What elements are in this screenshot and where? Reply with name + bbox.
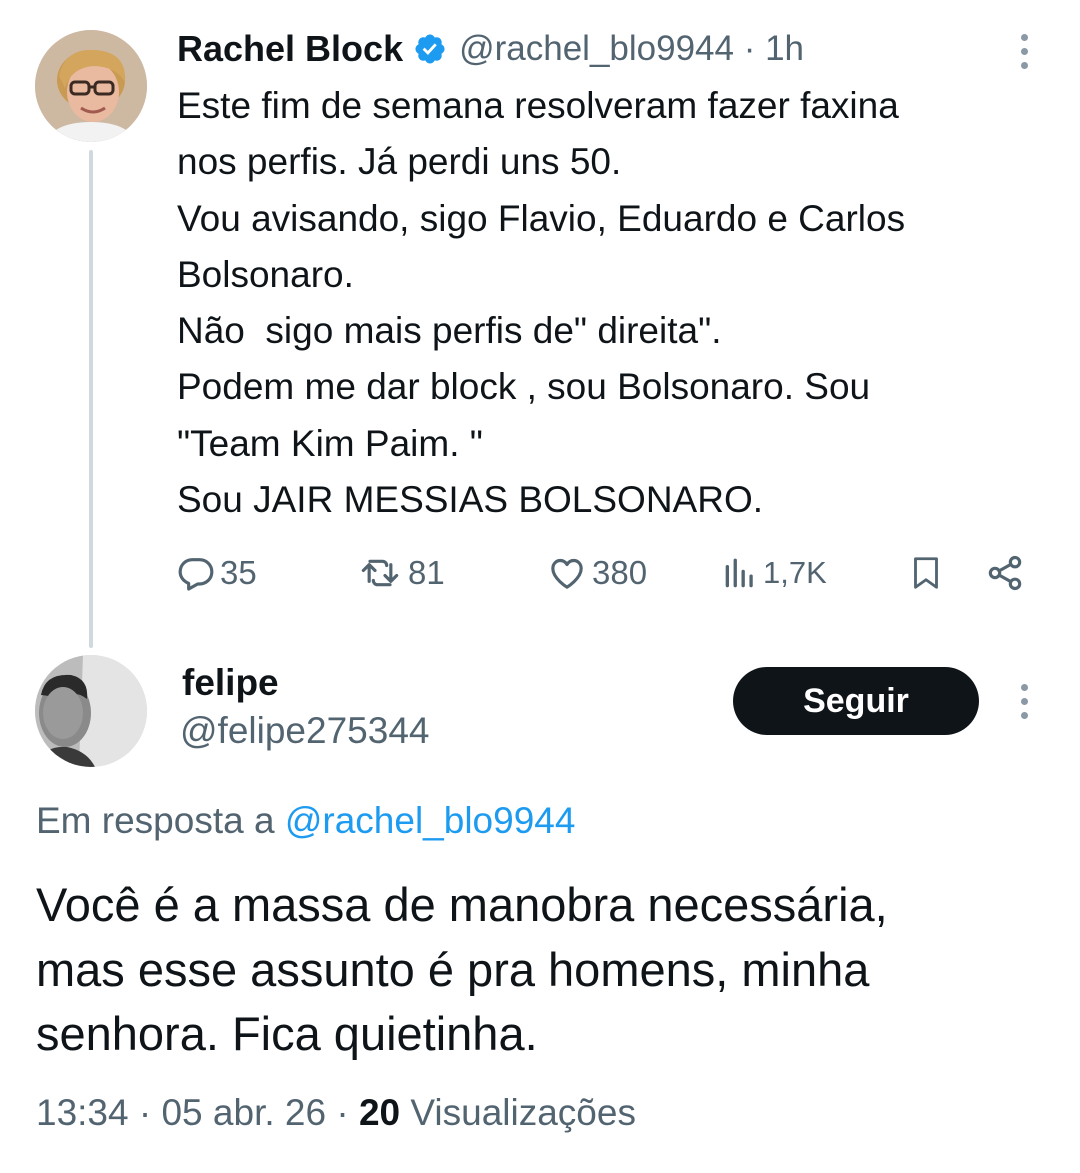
tweet-text-line: Bolsonaro. <box>177 253 354 295</box>
views-icon <box>725 558 753 588</box>
follow-button[interactable]: Seguir <box>733 667 979 735</box>
like-icon <box>551 558 583 589</box>
reply-to-mention[interactable]: @rachel_blo9944 <box>285 800 576 841</box>
tweet-header: Rachel Block @rachel_blo9944 · 1h <box>177 24 804 74</box>
retweet-button[interactable]: 81 <box>356 545 445 601</box>
reply-button[interactable]: 35 <box>176 545 257 601</box>
reply-to-line: Em resposta a @rachel_blo9944 <box>36 800 575 842</box>
tweet-text-line: nos perfis. Já perdi uns 50. <box>177 141 622 183</box>
like-count: 380 <box>592 554 648 591</box>
retweet-icon <box>361 559 399 587</box>
like-button[interactable]: 380 <box>546 545 647 601</box>
tweet-detail-page: Rachel Block @rachel_blo9944 · 1h Este f… <box>0 0 1080 1173</box>
reply-date[interactable]: 05 abr. 26 <box>161 1092 326 1133</box>
bookmark-icon <box>914 557 938 589</box>
verified-badge-icon <box>415 34 445 64</box>
share-button[interactable] <box>985 545 1025 601</box>
reply-text-line: Você é a massa de manobra necessária, <box>36 878 888 931</box>
reply-author-handle[interactable]: @felipe275344 <box>180 710 429 752</box>
tweet-text: Este fim de semana resolveram fazer faxi… <box>177 78 1057 528</box>
avatar-rachel[interactable] <box>35 30 147 142</box>
tweet-actions: 35 81 380 1,7K <box>0 545 1080 601</box>
reply-count: 35 <box>220 554 257 591</box>
reply-text-line: mas esse assunto é pra homens, minha <box>36 942 870 996</box>
tweet-text-line: Vou avisando, sigo Flavio, Eduardo e Car… <box>177 197 906 239</box>
more-options-icon[interactable] <box>1009 26 1039 76</box>
author-display-name[interactable]: Rachel Block <box>177 28 403 70</box>
reply-icon <box>178 558 214 591</box>
reply-text-line: senhora. Fica quietinha. <box>36 1007 538 1060</box>
views-button[interactable]: 1,7K <box>721 545 827 601</box>
views-count: 1,7K <box>763 555 827 590</box>
reply-views-count: 20 <box>358 1092 401 1133</box>
retweet-count: 81 <box>408 554 445 591</box>
reply-time[interactable]: 13:34 <box>36 1092 129 1133</box>
meta-separator: · <box>336 1092 359 1133</box>
tweet-text-line: Este fim de semana resolveram fazer faxi… <box>177 85 899 126</box>
reply-meta: 13:34 · 05 abr. 26 · 20 Visualizações <box>36 1092 636 1134</box>
tweet-text-line: Podem me dar block , sou Bolsonaro. Sou <box>177 366 871 408</box>
tweet-text-line: Sou JAIR MESSIAS BOLSONARO. <box>177 479 764 521</box>
tweet-text-line: "Team Kim Paim. " <box>177 422 483 464</box>
reply-author-name[interactable]: felipe <box>182 662 279 704</box>
reply-views-label: Visualizações <box>410 1092 636 1133</box>
reply-to-prefix: Em resposta a <box>36 800 275 841</box>
avatar-felipe[interactable] <box>35 655 147 767</box>
tweet-text-line: Não sigo mais perfis de" direita". <box>177 310 722 352</box>
meta-separator: · <box>138 1092 162 1133</box>
bookmark-button[interactable] <box>908 545 944 601</box>
tweet-time[interactable]: 1h <box>765 29 804 69</box>
reply-text: Você é a massa de manobra necessária, ma… <box>36 873 1046 1067</box>
author-handle[interactable]: @rachel_blo9944 <box>459 29 734 69</box>
share-icon <box>988 555 1022 591</box>
more-options-icon[interactable] <box>1009 676 1039 726</box>
meta-separator: · <box>733 29 766 68</box>
